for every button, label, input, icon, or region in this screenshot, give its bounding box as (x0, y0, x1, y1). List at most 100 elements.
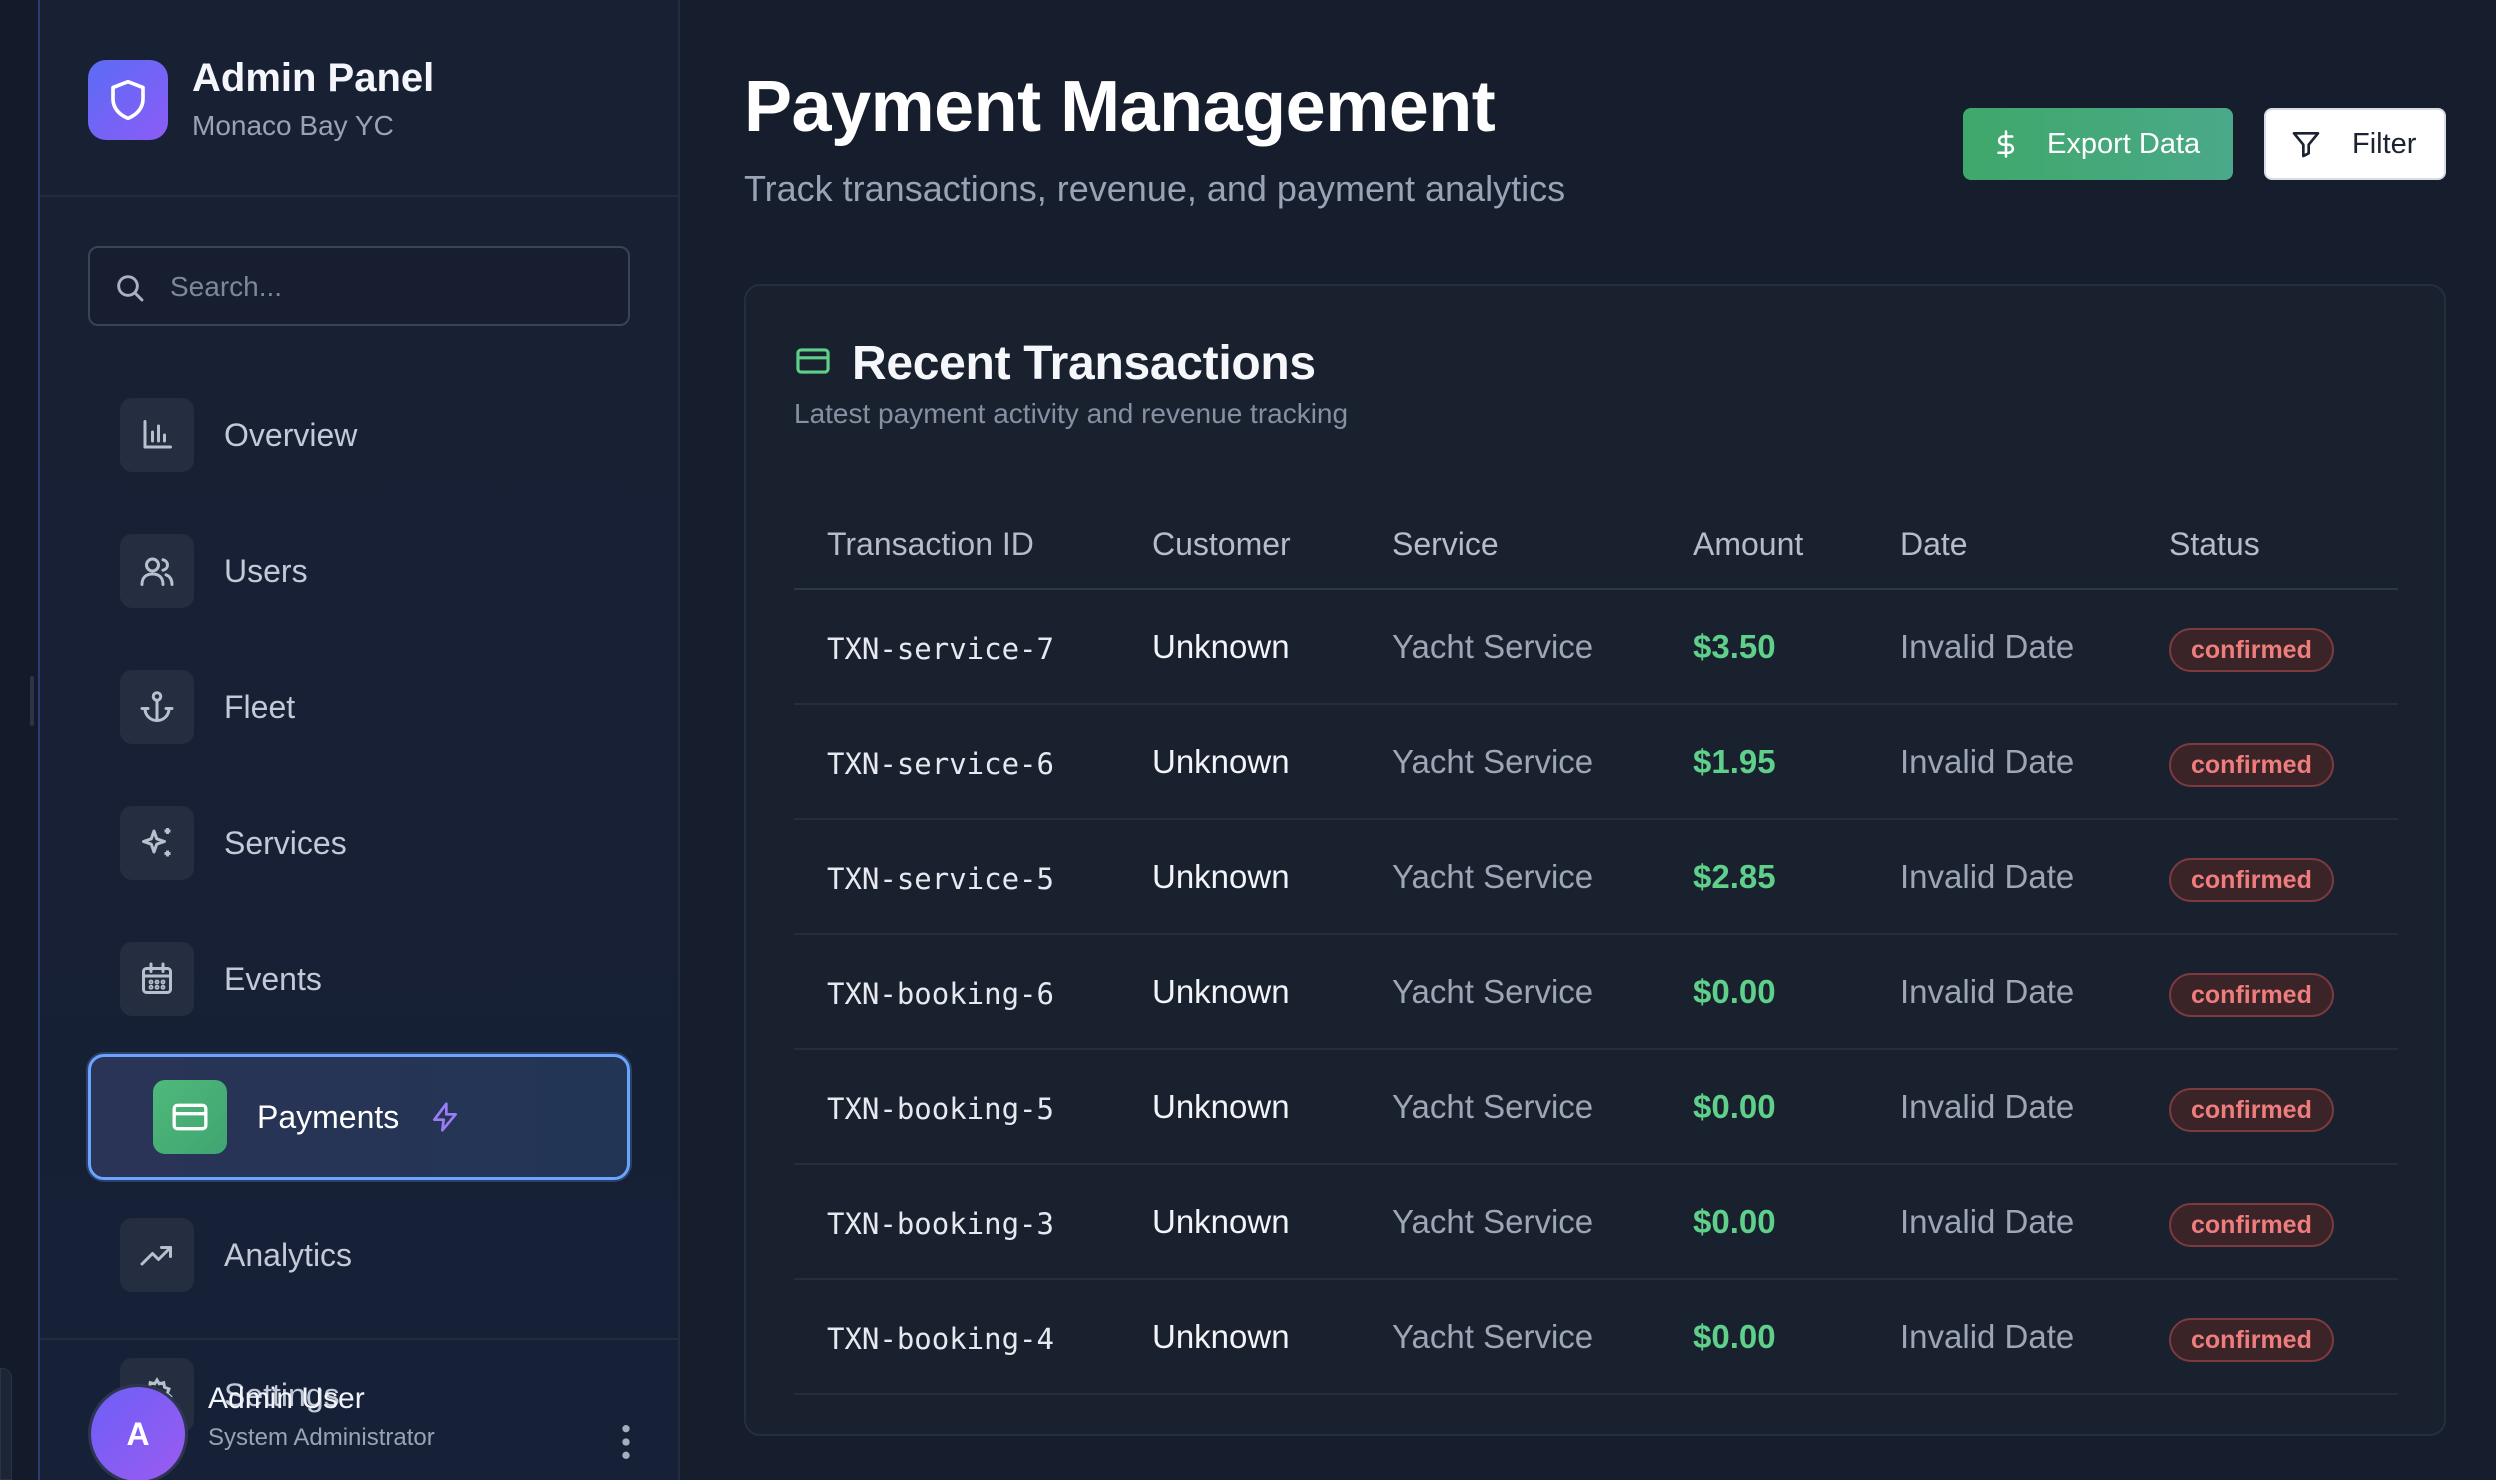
date: Invalid Date (1900, 1088, 2075, 1125)
sidebar-item-label: Payments (257, 1098, 400, 1135)
search-box[interactable] (88, 246, 630, 326)
sidebar-item-fleet[interactable]: Fleet (120, 662, 640, 752)
customer-name: Unknown (1152, 743, 1290, 780)
transaction-id: TXN-service-6 (827, 747, 1054, 781)
filter-icon (2292, 132, 2320, 158)
date: Invalid Date (1900, 743, 2075, 780)
column-header-date[interactable]: Date (1900, 526, 1968, 563)
sidebar-divider (40, 1338, 680, 1340)
transactions-table: Transaction ID Customer Service Amount D… (794, 496, 2398, 1395)
search-input[interactable] (170, 262, 610, 312)
transaction-id: TXN-service-5 (827, 862, 1054, 896)
sidebar-item-users[interactable]: Users (120, 526, 640, 616)
service-name: Yacht Service (1392, 1088, 1594, 1125)
status-badge: confirmed (2169, 858, 2334, 902)
amount: $3.50 (1693, 628, 1776, 665)
export-data-button[interactable]: Export Data (1963, 108, 2233, 180)
date: Invalid Date (1900, 628, 2075, 665)
user-profile[interactable]: A Admin User System Administrator (88, 1382, 648, 1480)
sidebar-item-label: Services (224, 824, 347, 861)
status-badge: confirmed (2169, 1088, 2334, 1132)
sidebar: Admin Panel Monaco Bay YC Overview (40, 0, 680, 1480)
calendar-icon (120, 942, 194, 1016)
customer-name: Unknown (1152, 1088, 1290, 1125)
customer-name: Unknown (1152, 1318, 1290, 1355)
column-header-service[interactable]: Service (1392, 526, 1499, 563)
table-row[interactable]: TXN-service-7 Unknown Yacht Service $3.5… (794, 590, 2398, 705)
column-header-status[interactable]: Status (2169, 526, 2260, 563)
transaction-id: TXN-booking-6 (827, 977, 1054, 1011)
date: Invalid Date (1900, 1203, 2075, 1240)
service-name: Yacht Service (1392, 858, 1594, 895)
search-icon (117, 275, 144, 302)
amount: $1.95 (1693, 743, 1776, 780)
service-name: Yacht Service (1392, 628, 1594, 665)
dollar-icon (1997, 130, 2015, 158)
users-icon (120, 534, 194, 608)
sidebar-item-label: Users (224, 552, 308, 589)
bar-chart-icon (120, 398, 194, 472)
status-badge: confirmed (2169, 973, 2334, 1017)
column-header-transaction-id[interactable]: Transaction ID (827, 526, 1034, 563)
date: Invalid Date (1900, 1318, 2075, 1355)
recent-transactions-card: Recent Transactions Latest payment activ… (744, 284, 2446, 1436)
main-content: Payment Management Track transactions, r… (680, 0, 2496, 1480)
table-row[interactable]: TXN-service-5 Unknown Yacht Service $2.8… (794, 820, 2398, 935)
lightning-icon (433, 1102, 458, 1132)
amount: $0.00 (1693, 1318, 1776, 1355)
filter-label: Filter (2352, 127, 2417, 160)
sidebar-item-services[interactable]: Services (120, 798, 640, 888)
column-header-amount[interactable]: Amount (1693, 526, 1803, 563)
avatar: A (88, 1384, 188, 1480)
customer-name: Unknown (1152, 628, 1290, 665)
user-name: Admin User (208, 1382, 365, 1415)
resize-handle[interactable] (30, 676, 34, 726)
table-row[interactable]: TXN-booking-6 Unknown Yacht Service $0.0… (794, 935, 2398, 1050)
brand-subtitle: Monaco Bay YC (192, 110, 394, 141)
status-badge: confirmed (2169, 743, 2334, 787)
sidebar-item-payments[interactable]: Payments (88, 1054, 630, 1180)
credit-card-icon (153, 1080, 227, 1154)
transaction-id: TXN-booking-4 (827, 1322, 1054, 1356)
more-options-icon[interactable] (618, 1422, 634, 1462)
table-row[interactable]: TXN-booking-3 Unknown Yacht Service $0.0… (794, 1165, 2398, 1280)
transaction-id: TXN-booking-5 (827, 1092, 1054, 1126)
edge-tab (0, 1368, 12, 1480)
sidebar-item-label: Overview (224, 416, 358, 453)
customer-name: Unknown (1152, 1203, 1290, 1240)
filter-button[interactable]: Filter (2264, 108, 2446, 180)
sparkles-icon (120, 806, 194, 880)
brand-title: Admin Panel (192, 56, 435, 100)
sidebar-item-overview[interactable]: Overview (120, 390, 640, 480)
service-name: Yacht Service (1392, 1318, 1594, 1355)
sidebar-brand: Admin Panel Monaco Bay YC (40, 0, 680, 197)
status-badge: confirmed (2169, 628, 2334, 672)
sidebar-item-label: Analytics (224, 1236, 353, 1273)
customer-name: Unknown (1152, 858, 1290, 895)
sidebar-item-label: Fleet (224, 688, 296, 725)
shield-icon (88, 60, 168, 140)
window-left-edge (0, 0, 40, 1480)
amount: $2.85 (1693, 858, 1776, 895)
amount: $0.00 (1693, 1088, 1776, 1125)
service-name: Yacht Service (1392, 743, 1594, 780)
status-badge: confirmed (2169, 1203, 2334, 1247)
sidebar-item-analytics[interactable]: Analytics (120, 1210, 640, 1300)
amount: $0.00 (1693, 1203, 1776, 1240)
table-row[interactable]: TXN-booking-5 Unknown Yacht Service $0.0… (794, 1050, 2398, 1165)
service-name: Yacht Service (1392, 1203, 1594, 1240)
card-title: Recent Transactions (852, 337, 1316, 390)
sidebar-item-label: Events (224, 960, 322, 997)
column-header-customer[interactable]: Customer (1152, 526, 1291, 563)
card-subtitle: Latest payment activity and revenue trac… (794, 398, 1349, 429)
table-row[interactable]: TXN-booking-4 Unknown Yacht Service $0.0… (794, 1280, 2398, 1395)
trending-up-icon (120, 1218, 194, 1292)
table-header: Transaction ID Customer Service Amount D… (794, 496, 2398, 590)
credit-card-icon (796, 348, 830, 374)
transaction-id: TXN-booking-3 (827, 1207, 1054, 1241)
date: Invalid Date (1900, 858, 2075, 895)
table-row[interactable]: TXN-service-6 Unknown Yacht Service $1.9… (794, 705, 2398, 820)
sidebar-item-events[interactable]: Events (120, 934, 640, 1024)
user-role: System Administrator (208, 1424, 435, 1451)
amount: $0.00 (1693, 973, 1776, 1010)
